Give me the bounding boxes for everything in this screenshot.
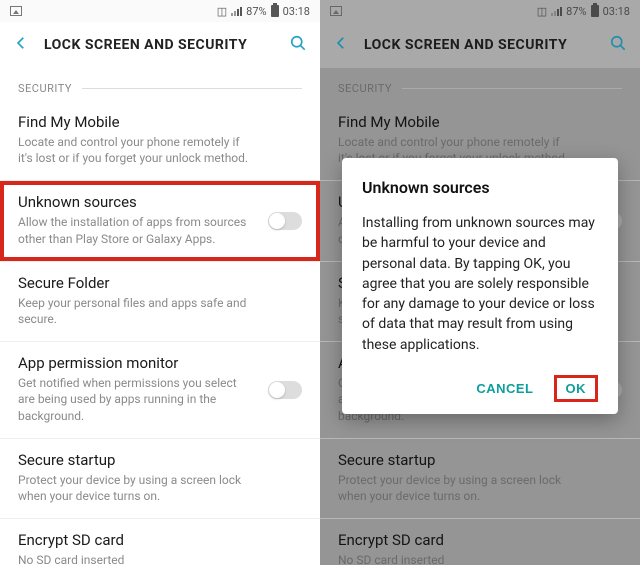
item-app-permission-monitor[interactable]: App permission monitor Get notified when…: [0, 342, 320, 439]
item-secure-folder[interactable]: Secure Folder Keep your personal files a…: [0, 262, 320, 342]
clock: 03:18: [283, 5, 310, 18]
screen-settings: ◫ 87% 03:18 LOCK SCREEN AND SECURITY SEC…: [0, 0, 320, 565]
section-header: SECURITY: [0, 68, 320, 101]
item-encrypt-sd[interactable]: Encrypt SD card No SD card inserted: [0, 519, 320, 565]
item-desc: Protect your device by using a screen lo…: [18, 472, 302, 504]
item-unknown-sources[interactable]: Unknown sources Allow the installation o…: [0, 181, 320, 261]
item-title: Find My Mobile: [18, 113, 302, 131]
item-title: App permission monitor: [18, 354, 302, 372]
screen-dialog: ◫ 87% 03:18 LOCK SCREEN AND SECURITY SEC…: [320, 0, 640, 565]
section-label: SECURITY: [18, 82, 72, 95]
data-icon: ◫: [217, 5, 227, 18]
picture-icon: [10, 6, 22, 16]
item-desc: Keep your personal files and apps safe a…: [18, 295, 302, 327]
dialog-actions: CANCEL OK: [362, 373, 598, 404]
divider: [82, 88, 302, 89]
dialog-title: Unknown sources: [362, 178, 598, 197]
item-desc: Get notified when permissions you select…: [18, 375, 302, 424]
toggle-unknown-sources[interactable]: [268, 212, 302, 230]
item-title: Secure startup: [18, 451, 302, 469]
dialog-body: Installing from unknown sources may be h…: [362, 213, 598, 355]
signal-icon: [231, 7, 242, 16]
back-button[interactable]: [12, 34, 30, 56]
app-bar: LOCK SCREEN AND SECURITY: [0, 22, 320, 68]
battery-icon: [271, 5, 279, 17]
dialog-unknown-sources: Unknown sources Installing from unknown …: [342, 158, 618, 414]
settings-list: SECURITY Find My Mobile Locate and contr…: [0, 68, 320, 565]
battery-percent: 87%: [246, 5, 266, 18]
item-secure-startup[interactable]: Secure startup Protect your device by us…: [0, 439, 320, 519]
toggle-permission-monitor[interactable]: [268, 381, 302, 399]
page-title: LOCK SCREEN AND SECURITY: [44, 37, 274, 53]
item-title: Unknown sources: [18, 193, 302, 211]
search-button[interactable]: [288, 33, 308, 57]
status-bar: ◫ 87% 03:18: [0, 0, 320, 22]
item-desc: Locate and control your phone remotely i…: [18, 134, 302, 166]
item-title: Secure Folder: [18, 274, 302, 292]
ok-button[interactable]: OK: [554, 375, 599, 402]
cancel-button[interactable]: CANCEL: [466, 373, 543, 404]
item-title: Encrypt SD card: [18, 531, 302, 549]
item-desc: Allow the installation of apps from sour…: [18, 214, 302, 246]
item-find-my-mobile[interactable]: Find My Mobile Locate and control your p…: [0, 101, 320, 181]
item-desc: No SD card inserted: [18, 552, 302, 565]
